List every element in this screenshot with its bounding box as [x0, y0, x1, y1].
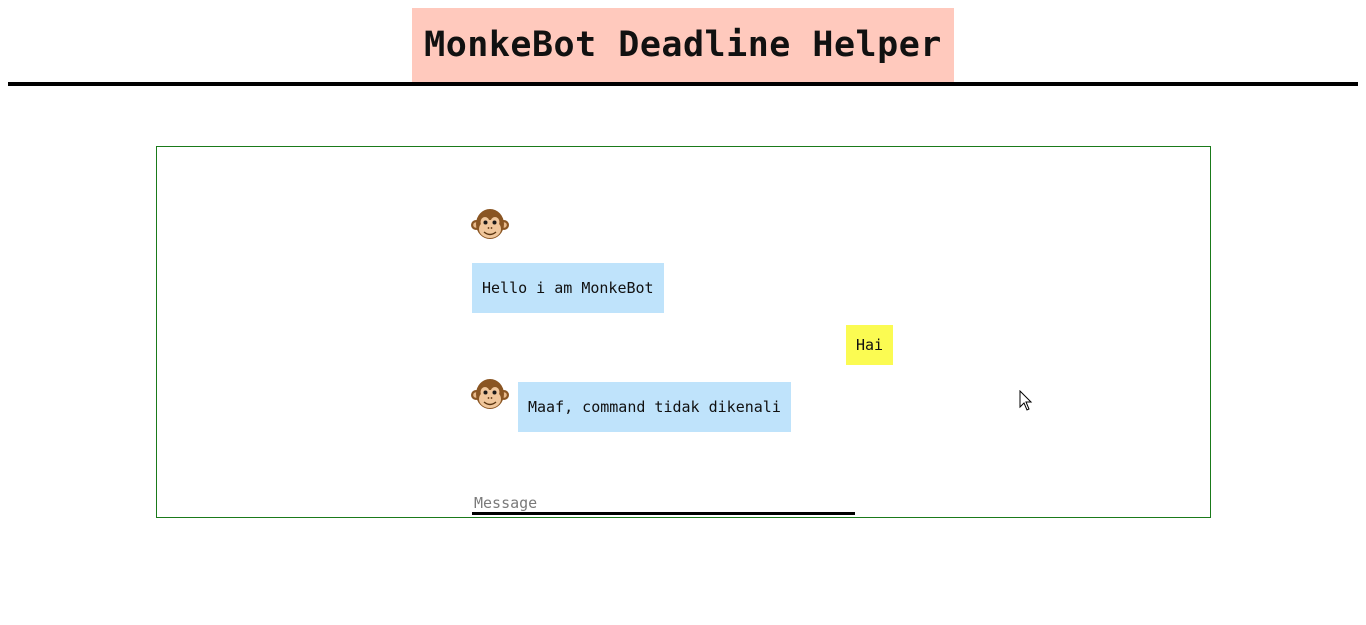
chat-window	[156, 146, 1211, 518]
header-divider	[8, 82, 1358, 86]
mouse-pointer-icon	[1019, 390, 1033, 411]
monkey-face-icon	[471, 209, 509, 239]
user-message-text: Hai	[856, 336, 884, 354]
page-title: MonkeBot Deadline Helper	[424, 25, 942, 65]
bot-message-text: Maaf, command tidak dikenali	[528, 398, 781, 416]
page: MonkeBot Deadline Helper Hello i am Monk…	[0, 0, 1366, 625]
user-message-bubble: Hai	[846, 325, 894, 365]
message-input[interactable]	[472, 493, 855, 515]
bot-message-bubble: Hello i am MonkeBot	[472, 263, 664, 313]
monkey-face-icon	[471, 379, 509, 409]
bot-message-bubble: Maaf, command tidak dikenali	[518, 382, 791, 432]
page-title-banner: MonkeBot Deadline Helper	[412, 8, 954, 82]
bot-message-text: Hello i am MonkeBot	[482, 279, 654, 297]
